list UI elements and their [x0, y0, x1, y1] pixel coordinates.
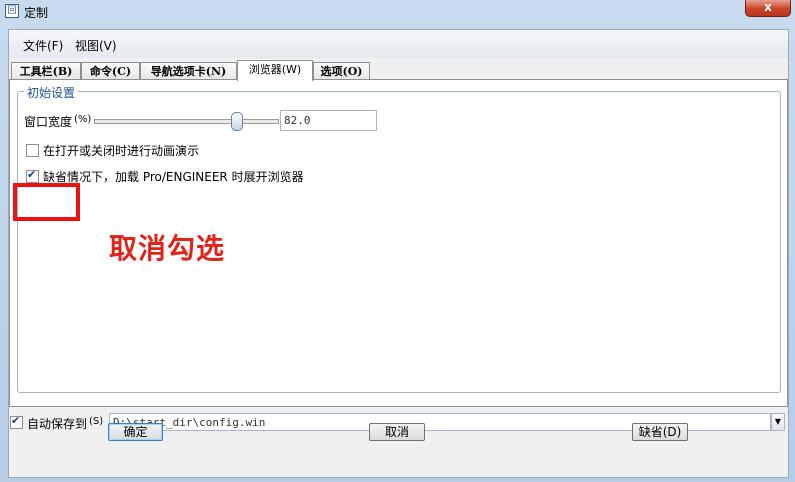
window-width-label: 窗口宽度 [24, 115, 73, 129]
menu-view[interactable]: 视图(V) [75, 37, 117, 54]
ok-button[interactable]: 确定 [108, 423, 163, 441]
window-width-slider-thumb[interactable] [231, 112, 243, 131]
tab-strip: 工具栏(B) 命令(C) 导航选项卡(N) 浏览器(W) 选项(O) [9, 60, 788, 81]
close-button[interactable]: x [745, 0, 791, 17]
annotation-text: 取消勾选 [109, 232, 226, 265]
window-width-input[interactable] [280, 110, 377, 131]
window-width-unit: (%) [74, 114, 92, 125]
autosave-label: 自动保存到 [27, 417, 88, 431]
title-bar[interactable]: 回 定制 x [0, 0, 795, 24]
menu-file[interactable]: 文件(F) [23, 37, 63, 54]
dialog-client: 文件(F) 视图(V) 工具栏(B) 命令(C) 导航选项卡(N) 浏览器(W)… [8, 29, 789, 478]
customize-window: 回 定制 x 文件(F) 视图(V) 工具栏(B) 命令(C) 导航选项卡(N)… [0, 0, 795, 482]
animate-label: 在打开或关闭时进行动画演示 [43, 144, 200, 158]
expand-browser-label: 缺省情况下，加载 Pro/ENGINEER 时展开浏览器 [43, 170, 304, 184]
combo-dropdown-arrow[interactable]: ▼ [771, 413, 785, 431]
window-title: 定制 [24, 6, 49, 20]
autosave-checkbox[interactable] [10, 414, 23, 429]
group-title: 初始设置 [24, 84, 79, 101]
default-button[interactable]: 缺省(D) [632, 423, 688, 441]
animate-checkbox[interactable] [26, 144, 39, 157]
autosave-shortcut: (S) [89, 416, 104, 427]
app-icon: 回 [5, 4, 19, 18]
tab-toolbar[interactable]: 工具栏(B) [11, 62, 81, 80]
tab-navigator[interactable]: 导航选项卡(N) [140, 62, 237, 80]
tab-options[interactable]: 选项(O) [313, 62, 370, 80]
window-width-slider[interactable] [94, 119, 279, 124]
browser-tab-panel: 初始设置 窗口宽度 (%) 在打开或关闭时进行动画演示 缺省情况下，加载 Pro… [9, 79, 788, 407]
red-highlight-box [13, 183, 80, 221]
tab-browser[interactable]: 浏览器(W) [237, 60, 313, 81]
cancel-button[interactable]: 取消 [369, 423, 425, 441]
tab-commands[interactable]: 命令(C) [81, 62, 140, 80]
expand-browser-checkbox[interactable] [26, 168, 39, 183]
menu-bar: 文件(F) 视图(V) [9, 30, 788, 58]
